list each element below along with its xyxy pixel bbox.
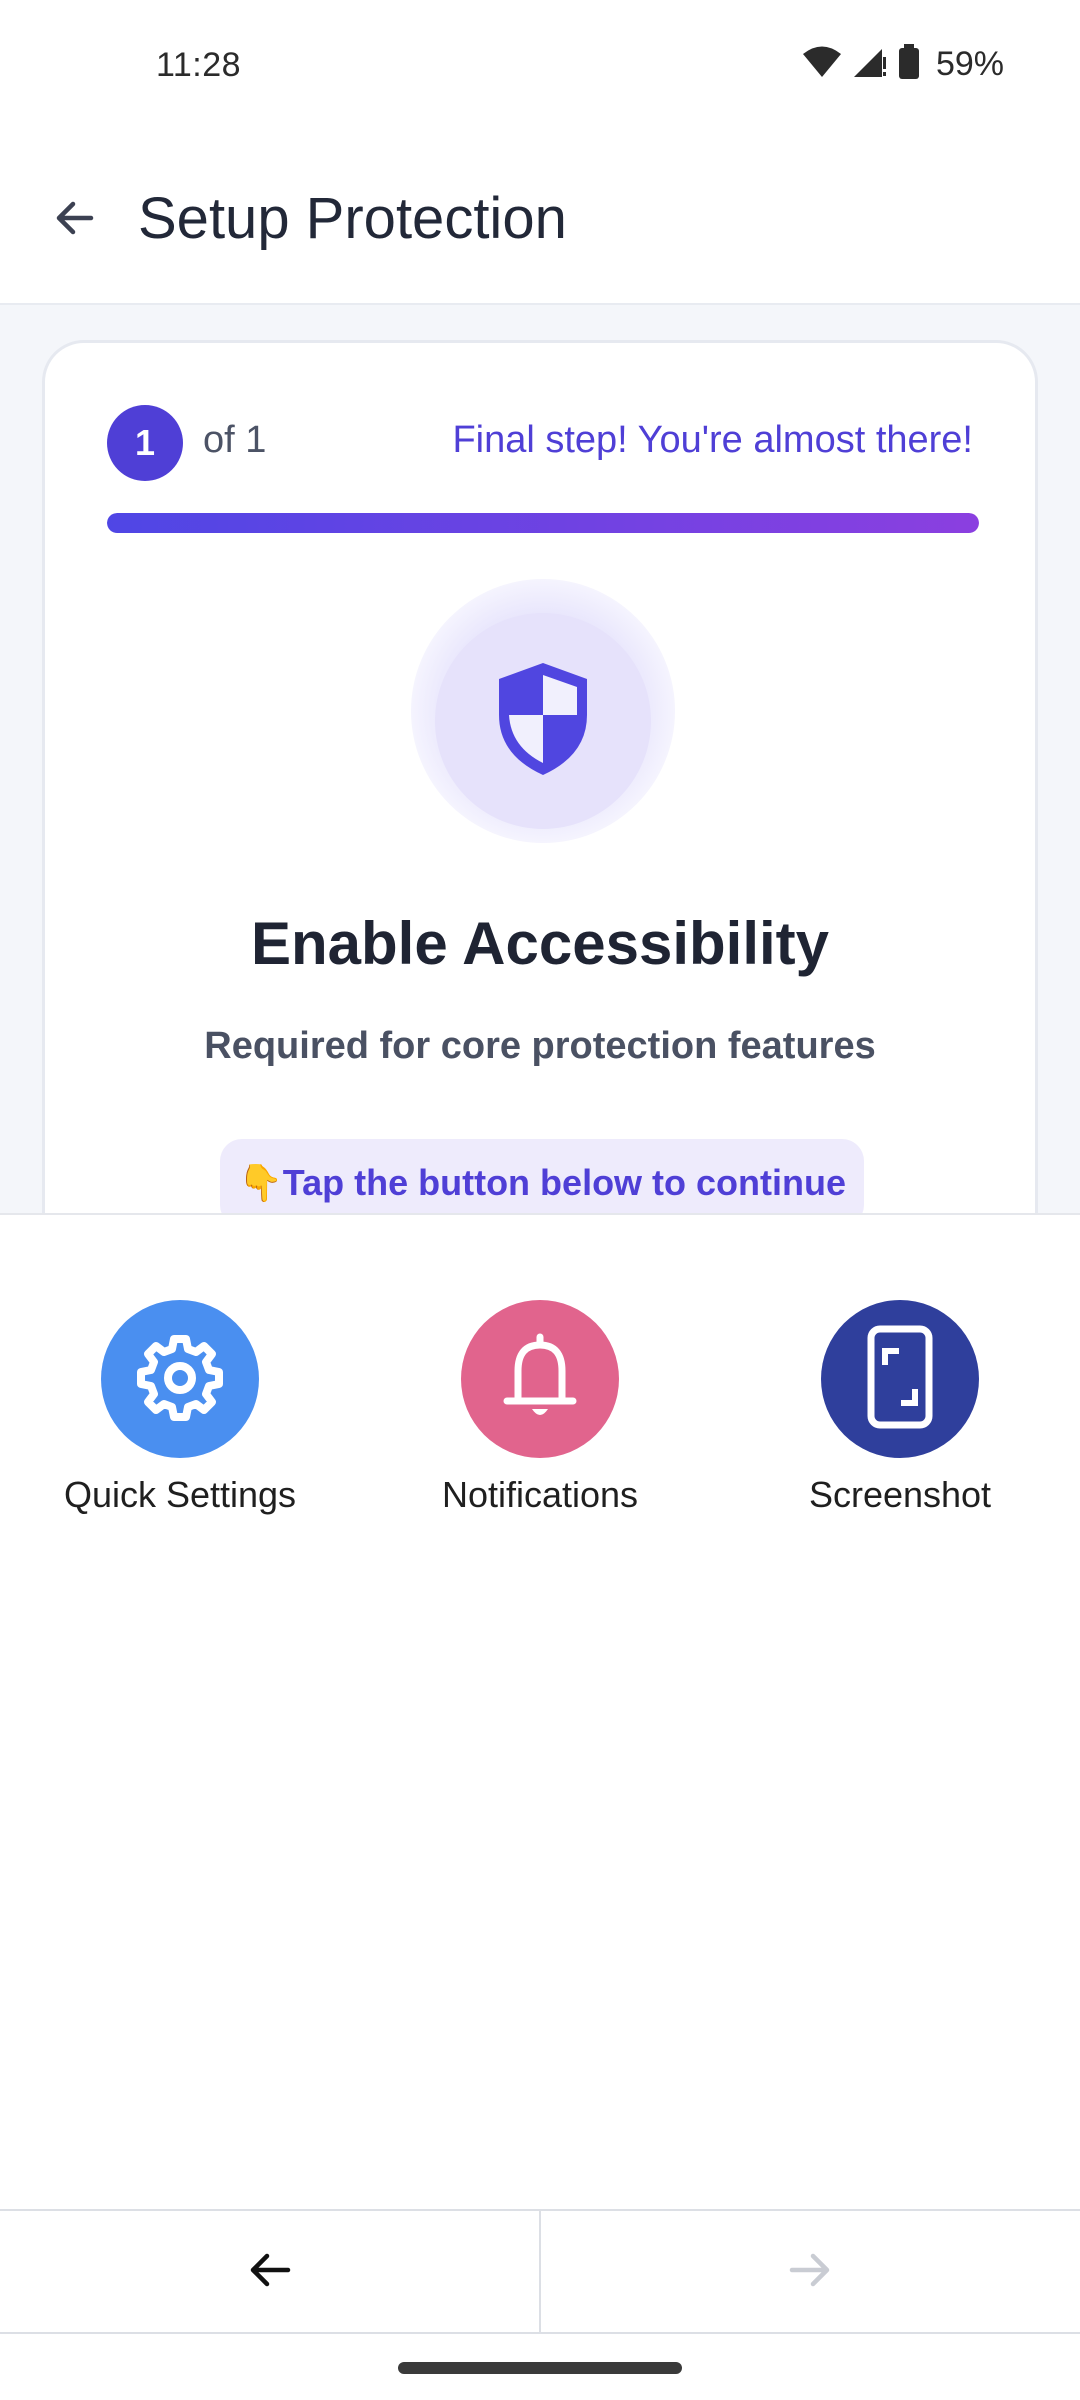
bottom-navigation bbox=[0, 2209, 1080, 2334]
app-bar: Setup Protection bbox=[0, 135, 1080, 305]
notifications-circle bbox=[461, 1300, 619, 1458]
screenshot-label: Screenshot bbox=[808, 1474, 992, 1515]
progress-fill bbox=[107, 513, 979, 533]
nav-back-button[interactable] bbox=[0, 2211, 540, 2334]
wifi-icon bbox=[802, 45, 842, 84]
status-time: 11:28 bbox=[156, 46, 242, 84]
status-icons: 59% bbox=[802, 44, 1004, 85]
arrow-left-icon bbox=[244, 2244, 296, 2301]
quick-settings-circle bbox=[101, 1300, 259, 1458]
setup-card: 1 of 1 Final step! You're almost there! … bbox=[42, 340, 1038, 1280]
screen: 11:28 59% Setup Protection 1 of 1 Final … bbox=[0, 0, 1080, 2400]
sheet-actions: Quick Settings Notifications Screenshot bbox=[0, 1300, 1080, 1540]
battery-percentage: 59% bbox=[935, 45, 1004, 83]
home-indicator[interactable] bbox=[398, 2362, 682, 2374]
step-note: Final step! You're almost there! bbox=[452, 419, 973, 461]
nav-forward-button[interactable] bbox=[540, 2211, 1080, 2334]
progress-bar bbox=[107, 513, 979, 533]
notifications-button[interactable]: Notifications bbox=[390, 1300, 690, 1516]
arrow-right-icon bbox=[784, 2244, 836, 2301]
bell-icon bbox=[497, 1331, 583, 1428]
card-title: Enable Accessibility bbox=[250, 910, 830, 977]
quick-settings-label: Quick Settings bbox=[63, 1474, 297, 1515]
cellular-signal-icon bbox=[852, 45, 888, 84]
screenshot-button[interactable]: Screenshot bbox=[750, 1300, 1050, 1516]
screenshot-icon bbox=[865, 1325, 935, 1434]
arrow-left-icon bbox=[51, 194, 99, 247]
screenshot-circle bbox=[821, 1300, 979, 1458]
gear-icon bbox=[134, 1331, 226, 1428]
notifications-label: Notifications bbox=[441, 1474, 639, 1515]
status-bar: 11:28 59% bbox=[0, 0, 1080, 135]
step-badge: 1 bbox=[107, 405, 183, 481]
step-total: of 1 bbox=[203, 419, 267, 461]
battery-icon bbox=[898, 44, 920, 85]
quick-settings-button[interactable]: Quick Settings bbox=[30, 1300, 330, 1516]
page-title: Setup Protection bbox=[138, 186, 567, 251]
shield-icon bbox=[491, 659, 595, 784]
shield-badge bbox=[435, 613, 651, 829]
card-subtitle: Required for core protection features bbox=[204, 1025, 876, 1067]
back-button[interactable] bbox=[40, 185, 110, 255]
